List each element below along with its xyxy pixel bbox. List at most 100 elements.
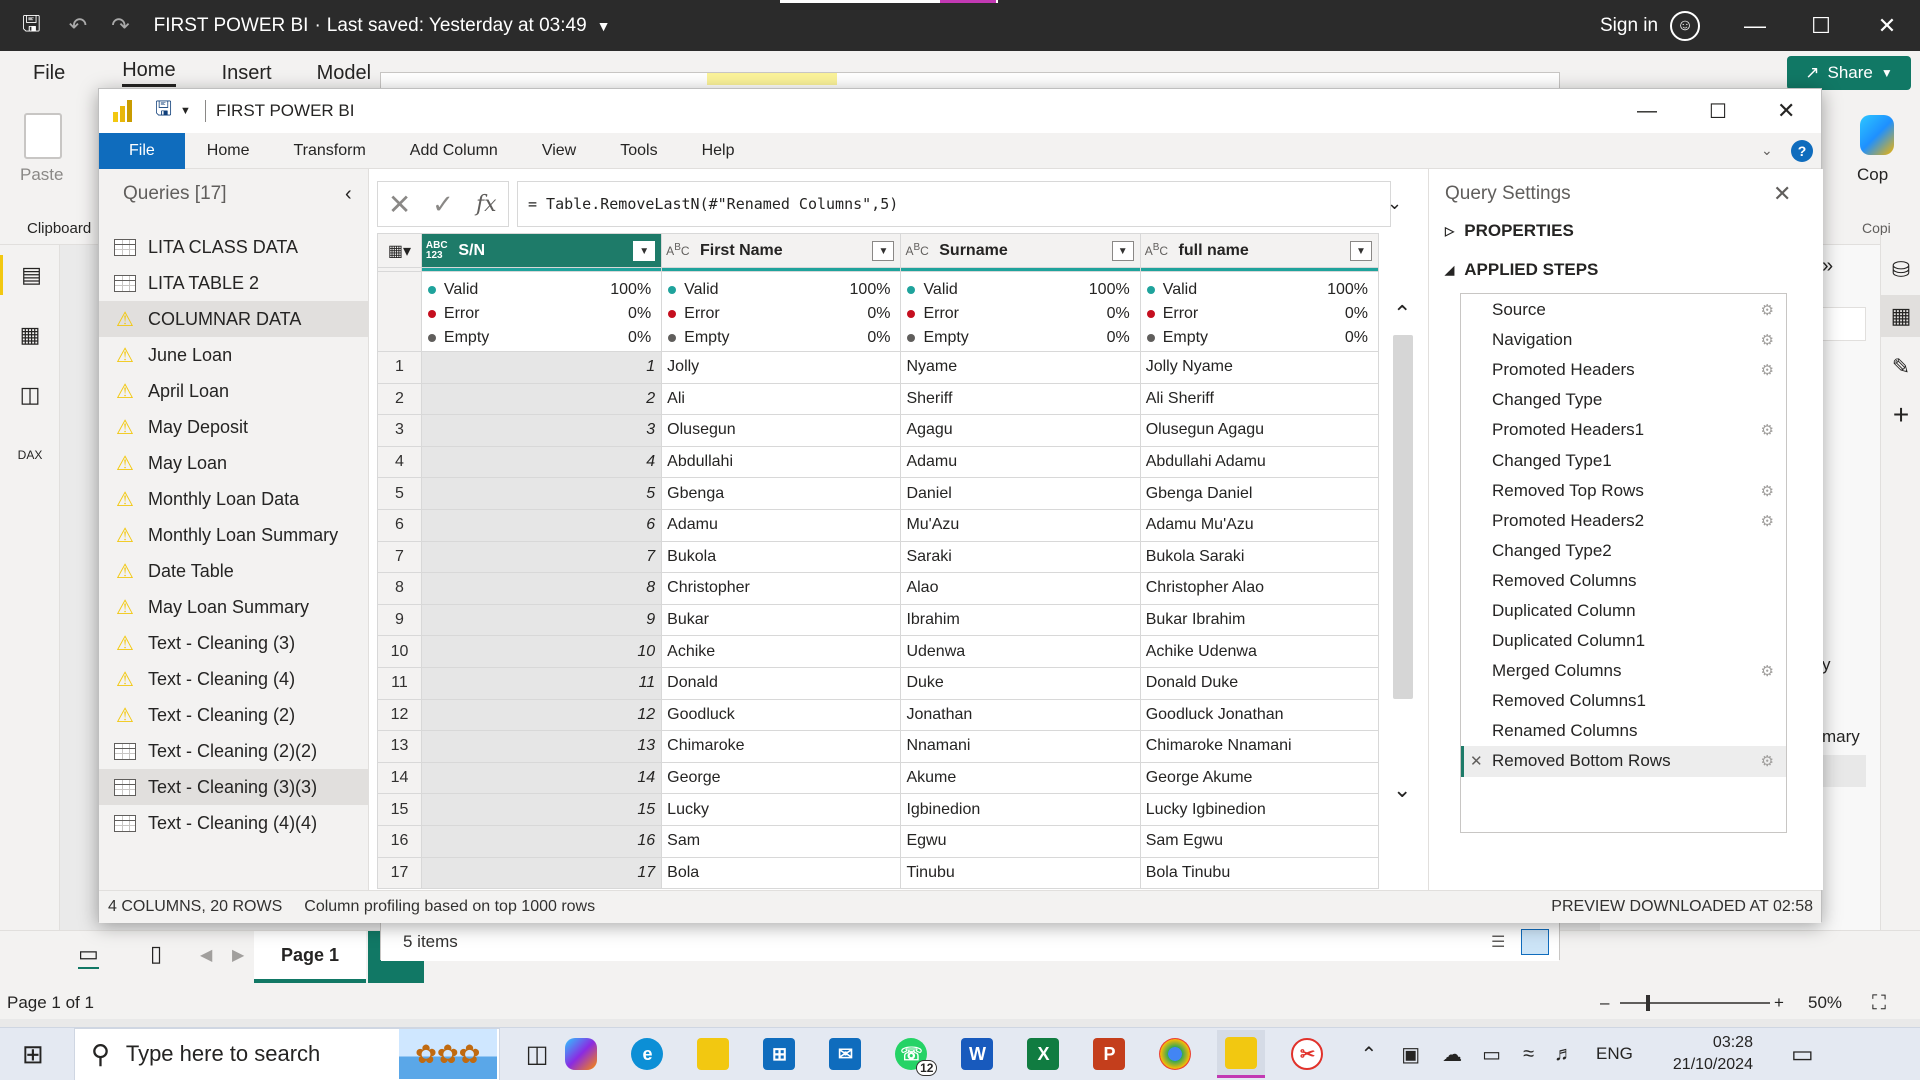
step-settings-gear-icon[interactable]: ⚙: [1761, 752, 1774, 770]
ribbon-collapse-icon[interactable]: ⌄: [1761, 142, 1773, 159]
zoom-out-icon[interactable]: –: [1600, 993, 1609, 1013]
table-row[interactable]: 9 9 Bukar Ibrahim Bukar Ibrahim: [377, 603, 1379, 637]
applied-step[interactable]: Promoted Headers2 ⚙: [1461, 506, 1786, 536]
minimize-icon[interactable]: —: [1722, 0, 1788, 51]
table-cell[interactable]: Gbenga Daniel: [1139, 477, 1379, 510]
vertical-scrollbar[interactable]: ⌃ ⌄: [1385, 301, 1421, 889]
column-quality-summary[interactable]: Valid 100% Error 0% Empty 0%: [1139, 271, 1379, 352]
table-cell[interactable]: Ali Sheriff: [1139, 382, 1379, 416]
step-settings-gear-icon[interactable]: ⚙: [1761, 331, 1774, 349]
notifications-icon[interactable]: ▭: [1791, 1040, 1814, 1069]
row-number[interactable]: 7: [377, 540, 422, 574]
applied-step[interactable]: Removed Columns: [1461, 566, 1786, 596]
row-number[interactable]: 3: [377, 414, 422, 447]
microsoft-store-icon[interactable]: ⊞: [755, 1030, 803, 1078]
table-cell[interactable]: 13: [420, 730, 663, 763]
save-icon[interactable]: 🖫: [155, 94, 172, 128]
table-cell[interactable]: Igbinedion: [900, 793, 1141, 826]
type-any-icon[interactable]: ABC 123: [426, 240, 450, 261]
row-number[interactable]: 13: [377, 730, 422, 763]
large-icons-view-icon[interactable]: [1521, 928, 1549, 955]
table-cell[interactable]: Bola: [661, 856, 902, 889]
table-cell[interactable]: 9: [420, 603, 663, 637]
row-number[interactable]: 10: [377, 635, 422, 668]
table-row[interactable]: 3 3 Olusegun Agagu Olusegun Agagu: [377, 414, 1379, 447]
query-item[interactable]: ⚠ Monthly Loan Data: [99, 481, 368, 517]
table-cell[interactable]: Egwu: [900, 824, 1141, 858]
save-icon[interactable]: 🖫: [22, 7, 41, 45]
table-cell[interactable]: Goodluck: [661, 698, 902, 732]
table-row[interactable]: 8 8 Christopher Alao Christopher Alao: [377, 572, 1379, 605]
column-header-first-name[interactable]: ABC First Name ▼: [661, 233, 902, 268]
query-item[interactable]: ⚠ Text - Cleaning (2): [99, 697, 368, 733]
table-cell[interactable]: Lucky Igbinedion: [1139, 793, 1379, 826]
snipping-tool-icon[interactable]: ✂: [1283, 1030, 1331, 1078]
table-row[interactable]: 10 10 Achike Udenwa Achike Udenwa: [377, 635, 1379, 668]
zoom-level[interactable]: 50%: [1808, 993, 1842, 1013]
table-cell[interactable]: Abdullahi: [661, 445, 902, 479]
powerpoint-app-icon[interactable]: P: [1085, 1030, 1133, 1078]
query-item[interactable]: LITA TABLE 2: [99, 265, 368, 301]
copilot-label[interactable]: Cop: [1857, 165, 1888, 185]
applied-step[interactable]: Changed Type2: [1461, 536, 1786, 566]
desktop-layout-icon[interactable]: ▭: [78, 941, 99, 969]
table-cell[interactable]: Bukar: [661, 603, 902, 637]
query-item[interactable]: ⚠ May Loan: [99, 445, 368, 481]
step-settings-gear-icon[interactable]: ⚙: [1761, 301, 1774, 319]
table-cell[interactable]: Olusegun Agagu: [1139, 414, 1379, 447]
table-cell[interactable]: Gbenga: [661, 477, 902, 510]
row-number[interactable]: 14: [377, 761, 422, 795]
tab-view[interactable]: View: [520, 133, 598, 169]
table-cell[interactable]: 16: [420, 824, 663, 858]
excel-app-icon[interactable]: X: [1019, 1030, 1067, 1078]
table-cell[interactable]: 15: [420, 793, 663, 826]
insert-function-icon[interactable]: fx: [465, 181, 508, 227]
mobile-layout-icon[interactable]: ▯: [150, 941, 162, 967]
table-cell[interactable]: Abdullahi Adamu: [1139, 445, 1379, 479]
file-explorer-icon[interactable]: [689, 1030, 737, 1078]
table-cell[interactable]: Christopher: [661, 572, 902, 605]
table-row[interactable]: 5 5 Gbenga Daniel Gbenga Daniel: [377, 477, 1379, 510]
delete-step-icon[interactable]: ✕: [1470, 752, 1483, 770]
table-row[interactable]: 1 1 Jolly Nyame Jolly Nyame: [377, 351, 1379, 384]
table-cell[interactable]: 4: [420, 445, 663, 479]
minimize-icon[interactable]: —: [1637, 100, 1657, 123]
paste-label[interactable]: Paste: [20, 165, 63, 185]
step-settings-gear-icon[interactable]: ⚙: [1761, 512, 1774, 530]
report-view-icon[interactable]: ▤: [0, 255, 60, 295]
tab-help[interactable]: Help: [680, 133, 757, 169]
query-item[interactable]: ⚠ Date Table: [99, 553, 368, 589]
table-cell[interactable]: 2: [420, 382, 663, 416]
cancel-formula-icon[interactable]: ✕: [378, 181, 421, 227]
table-cell[interactable]: 12: [420, 698, 663, 732]
row-number[interactable]: 11: [377, 666, 422, 700]
tab-add-column[interactable]: Add Column: [388, 133, 520, 169]
step-settings-gear-icon[interactable]: ⚙: [1761, 662, 1774, 680]
ribbon-tab-home[interactable]: Home: [122, 59, 176, 87]
row-number[interactable]: 8: [377, 572, 422, 605]
table-cell[interactable]: Jolly Nyame: [1139, 351, 1379, 384]
table-cell[interactable]: Adamu: [900, 445, 1141, 479]
table-cell[interactable]: Bukola: [661, 540, 902, 574]
filter-dropdown-icon[interactable]: ▼: [872, 241, 895, 261]
table-row[interactable]: 16 16 Sam Egwu Sam Egwu: [377, 824, 1379, 858]
edge-app-icon[interactable]: e: [623, 1030, 671, 1078]
table-row[interactable]: 4 4 Abdullahi Adamu Abdullahi Adamu: [377, 445, 1379, 479]
commit-formula-icon[interactable]: ✓: [421, 181, 464, 227]
table-cell[interactable]: 10: [420, 635, 663, 668]
row-number[interactable]: 6: [377, 508, 422, 542]
row-number[interactable]: 15: [377, 793, 422, 826]
maximize-icon[interactable]: ☐: [1788, 0, 1854, 51]
table-cell[interactable]: Achike Udenwa: [1139, 635, 1379, 668]
table-cell[interactable]: Chimaroke: [661, 730, 902, 763]
close-icon[interactable]: ✕: [1777, 98, 1795, 124]
quick-access-dropdown-icon[interactable]: ▼: [180, 105, 191, 117]
pane-list-item[interactable]: [1822, 755, 1866, 787]
table-cell[interactable]: Bola Tinubu: [1139, 856, 1379, 889]
show-hidden-icons-icon[interactable]: ⌃: [1360, 1042, 1377, 1067]
row-number[interactable]: 4: [377, 445, 422, 479]
filter-dropdown-icon[interactable]: ▼: [633, 241, 656, 261]
previous-page-icon[interactable]: ◀: [200, 945, 212, 965]
model-view-icon[interactable]: ◫: [0, 375, 60, 415]
query-item[interactable]: ⚠ Monthly Loan Summary: [99, 517, 368, 553]
